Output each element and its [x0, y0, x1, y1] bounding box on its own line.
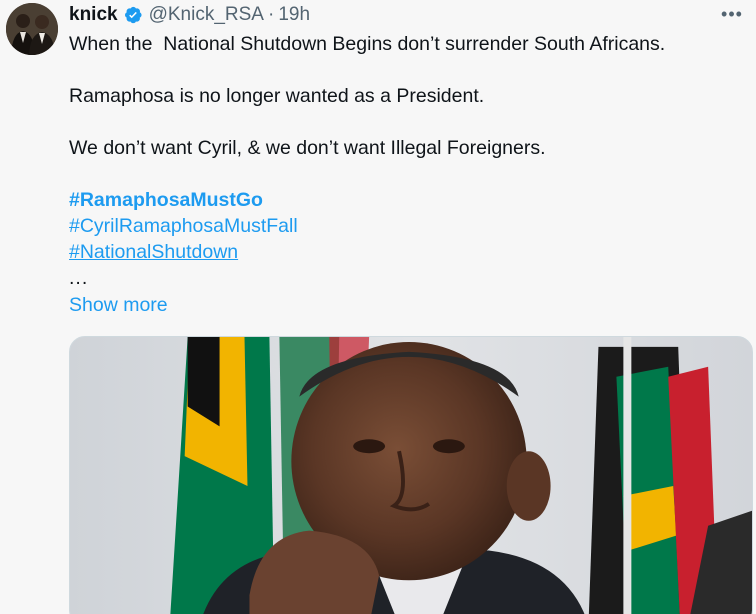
avatar[interactable] [6, 3, 58, 55]
tweet-text: When the National Shutdown Begins don’t … [69, 31, 749, 291]
text-ellipsis: ... [69, 267, 89, 289]
verified-badge-icon[interactable] [123, 5, 143, 25]
hashtag-link[interactable]: #RamaphosaMustGo [69, 189, 263, 211]
display-name[interactable]: knick [69, 4, 118, 26]
tweet-timestamp[interactable]: 19h [278, 4, 310, 26]
tweet-line: When the National Shutdown Begins don’t … [69, 33, 666, 55]
header-separator: · [267, 4, 275, 25]
tweet-card[interactable]: knick @Knick_RSA · 19h ••• When the Nati… [0, 0, 756, 614]
hashtag-link[interactable]: #NationalShutdown [69, 241, 238, 263]
show-more-link[interactable]: Show more [69, 294, 168, 317]
tweet-line: We don’t want Cyril, & we don’t want Ill… [69, 137, 546, 159]
author-handle[interactable]: @Knick_RSA [149, 4, 264, 26]
more-options-icon[interactable]: ••• [718, 3, 746, 25]
hashtag-link[interactable]: #CyrilRamaphosaMustFall [69, 215, 298, 237]
tweet-header: knick @Knick_RSA · 19h [69, 2, 310, 28]
tweet-line: Ramaphosa is no longer wanted as a Presi… [69, 85, 485, 107]
tweet-media-image[interactable] [69, 336, 753, 614]
